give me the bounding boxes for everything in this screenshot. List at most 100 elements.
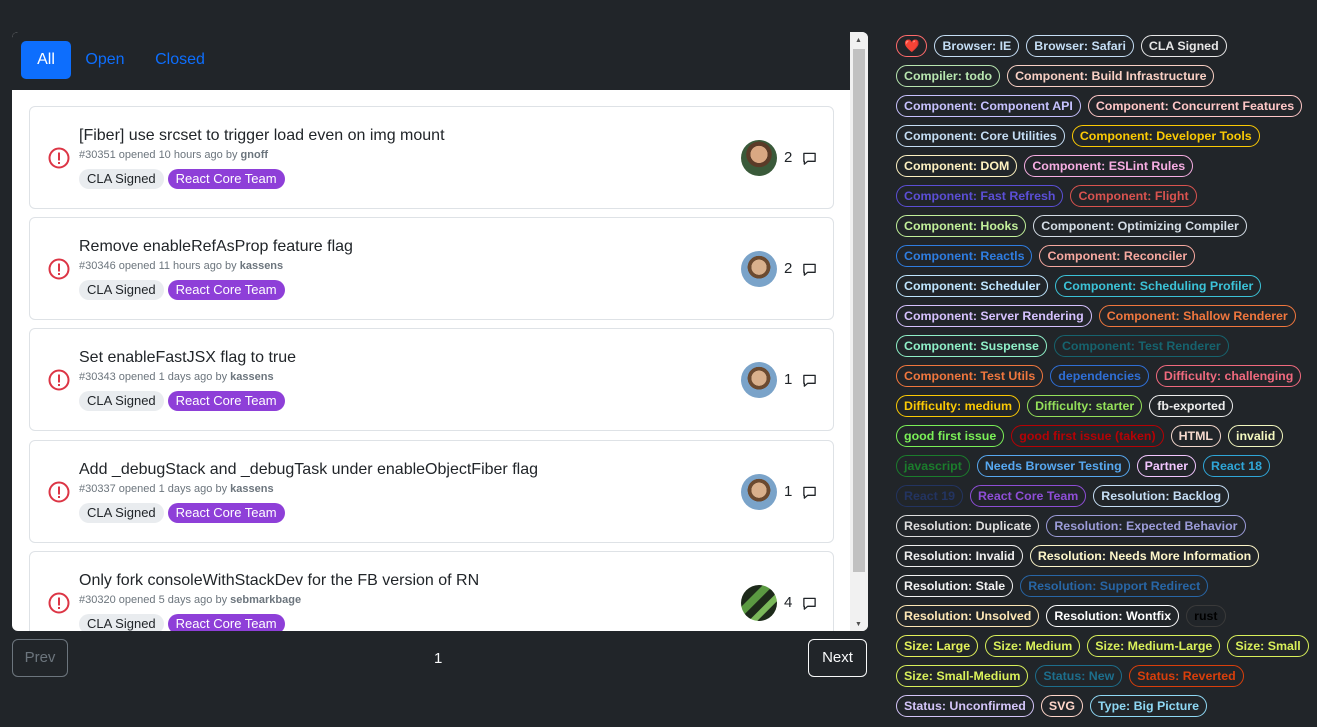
issue-title[interactable]: [Fiber] use srcset to trigger load even … (79, 127, 445, 145)
tag-chip[interactable]: Resolution: Backlog (1093, 485, 1230, 507)
issue-card[interactable]: Add _debugStack and _debugTask under ena… (29, 440, 834, 543)
tag-chip[interactable]: Component: Hooks (896, 215, 1027, 237)
tag-chip[interactable]: React 19 (896, 485, 963, 507)
issue-title[interactable]: Set enableFastJSX flag to true (79, 349, 296, 367)
tag-chip[interactable]: React Core Team (969, 485, 1087, 507)
label-cla-signed[interactable]: CLA Signed (79, 614, 164, 631)
issue-labels: CLA Signed React Core Team (79, 614, 289, 631)
tag-chip[interactable]: Resolution: Wontfix (1046, 605, 1180, 627)
tag-chip[interactable]: good first issue (taken) (1011, 425, 1164, 447)
issue-card[interactable]: Set enableFastJSX flag to true #30343 op… (29, 328, 834, 431)
tag-chip[interactable]: Status: New (1035, 665, 1123, 687)
tag-chip[interactable]: Browser: IE (934, 35, 1020, 57)
tag-chip[interactable]: Resolution: Duplicate (896, 515, 1040, 537)
tag-chip[interactable]: Resolution: Expected Behavior (1046, 515, 1246, 537)
tag-chip[interactable]: Component: Suspense (896, 335, 1047, 357)
tag-chip[interactable]: Component: Reconciler (1039, 245, 1196, 267)
tag-chip[interactable]: Component: Scheduling Profiler (1055, 275, 1262, 297)
label-react-core-team[interactable]: React Core Team (167, 614, 285, 631)
tag-chip[interactable]: Size: Small-Medium (896, 665, 1029, 687)
issue-author[interactable]: kassens (240, 260, 283, 272)
tag-chip[interactable]: HTML (1170, 425, 1222, 447)
issue-author[interactable]: kassens (230, 371, 273, 383)
tag-chip[interactable]: Resolution: Invalid (896, 545, 1023, 567)
issue-title[interactable]: Add _debugStack and _debugTask under ena… (79, 461, 538, 479)
tag-chip[interactable]: Needs Browser Testing (976, 455, 1130, 477)
avatar[interactable] (741, 474, 777, 510)
tag-chip[interactable]: Component: ESLint Rules (1024, 155, 1194, 177)
tag-chip[interactable]: Component: Flight (1070, 185, 1197, 207)
avatar[interactable] (741, 251, 777, 287)
tag-chip[interactable]: Difficulty: challenging (1155, 365, 1302, 387)
tag-chip[interactable]: Resolution: Needs More Information (1029, 545, 1260, 567)
tag-chip[interactable]: javascript (896, 455, 970, 477)
label-react-core-team[interactable]: React Core Team (167, 169, 285, 189)
tag-chip[interactable]: Difficulty: starter (1027, 395, 1143, 417)
tag-chip[interactable]: Partner (1136, 455, 1197, 477)
avatar[interactable] (741, 585, 777, 621)
next-button[interactable]: Next (808, 639, 867, 677)
issue-title[interactable]: Remove enableRefAsProp feature flag (79, 238, 353, 256)
tag-chip[interactable]: Size: Medium-Large (1087, 635, 1221, 657)
label-cla-signed[interactable]: CLA Signed (79, 280, 164, 300)
label-react-core-team[interactable]: React Core Team (167, 503, 285, 523)
scrollbar[interactable]: ▲ ▼ (850, 32, 868, 631)
tag-chip[interactable]: Resolution: Unsolved (896, 605, 1040, 627)
scroll-thumb[interactable] (853, 49, 865, 572)
label-cla-signed[interactable]: CLA Signed (79, 169, 164, 189)
tag-chip[interactable]: Browser: Safari (1026, 35, 1134, 57)
label-cla-signed[interactable]: CLA Signed (79, 503, 164, 523)
issue-card[interactable]: Remove enableRefAsProp feature flag #303… (29, 217, 834, 320)
tag-chip[interactable]: Status: Unconfirmed (896, 695, 1034, 717)
label-react-core-team[interactable]: React Core Team (167, 391, 285, 411)
tag-chip[interactable]: Component: Test Utils (896, 365, 1044, 387)
tab-all[interactable]: All (21, 41, 71, 79)
tag-chip[interactable]: Component: DOM (896, 155, 1018, 177)
scroll-down-arrow-icon[interactable]: ▼ (855, 621, 862, 628)
tag-chip[interactable]: fb-exported (1149, 395, 1234, 417)
tag-chip[interactable]: Component: Scheduler (896, 275, 1049, 297)
tag-chip[interactable]: invalid (1228, 425, 1284, 447)
tag-chip[interactable]: Resolution: Stale (896, 575, 1014, 597)
tab-closed[interactable]: Closed (150, 41, 210, 79)
tag-chip[interactable]: Component: Core Utilities (896, 125, 1065, 147)
tag-chip[interactable]: Component: Developer Tools (1071, 125, 1260, 147)
tag-chip[interactable]: dependencies (1050, 365, 1149, 387)
issue-card[interactable]: Only fork consoleWithStackDev for the FB… (29, 551, 834, 631)
tag-chip[interactable]: Component: Shallow Renderer (1098, 305, 1296, 327)
scroll-up-arrow-icon[interactable]: ▲ (855, 37, 862, 44)
tag-chip[interactable]: Size: Small (1227, 635, 1309, 657)
tag-chip[interactable]: Component: Server Rendering (896, 305, 1092, 327)
tag-chip[interactable]: React 18 (1203, 455, 1271, 477)
tag-chip[interactable]: Resolution: Support Redirect (1020, 575, 1209, 597)
tag-chip[interactable]: Component: Fast Refresh (896, 185, 1064, 207)
avatar[interactable] (741, 140, 777, 176)
tag-chip[interactable]: Component: Concurrent Features (1087, 95, 1303, 117)
tag-chip[interactable]: CLA Signed (1140, 35, 1227, 57)
label-react-core-team[interactable]: React Core Team (167, 280, 285, 300)
tag-chip[interactable]: SVG (1040, 695, 1084, 717)
tag-chip[interactable]: good first issue (896, 425, 1005, 447)
tag-chip[interactable]: Status: Reverted (1129, 665, 1244, 687)
label-cla-signed[interactable]: CLA Signed (79, 391, 164, 411)
issue-author[interactable]: kassens (230, 483, 273, 495)
issue-author[interactable]: sebmarkbage (230, 594, 301, 606)
tag-chip[interactable]: Size: Large (896, 635, 979, 657)
issue-card[interactable]: [Fiber] use srcset to trigger load even … (29, 106, 834, 209)
prev-button[interactable]: Prev (12, 639, 68, 677)
tag-chip[interactable]: Component: Reactls (896, 245, 1033, 267)
tag-chip[interactable]: Component: Component API (896, 95, 1081, 117)
tab-open[interactable]: Open (80, 41, 130, 79)
issue-title[interactable]: Only fork consoleWithStackDev for the FB… (79, 572, 479, 590)
tag-chip[interactable]: Difficulty: medium (896, 395, 1021, 417)
tag-chip[interactable]: ❤️ (896, 35, 928, 57)
tag-chip[interactable]: rust (1186, 605, 1226, 627)
tag-chip[interactable]: Component: Optimizing Compiler (1033, 215, 1247, 237)
tag-chip[interactable]: Component: Build Infrastructure (1007, 65, 1215, 87)
tag-chip[interactable]: Compiler: todo (896, 65, 1001, 87)
tag-chip[interactable]: Type: Big Picture (1090, 695, 1208, 717)
avatar[interactable] (741, 362, 777, 398)
tag-chip[interactable]: Size: Medium (985, 635, 1081, 657)
tag-chip[interactable]: Component: Test Renderer (1053, 335, 1229, 357)
issue-author[interactable]: gnoff (241, 149, 268, 161)
